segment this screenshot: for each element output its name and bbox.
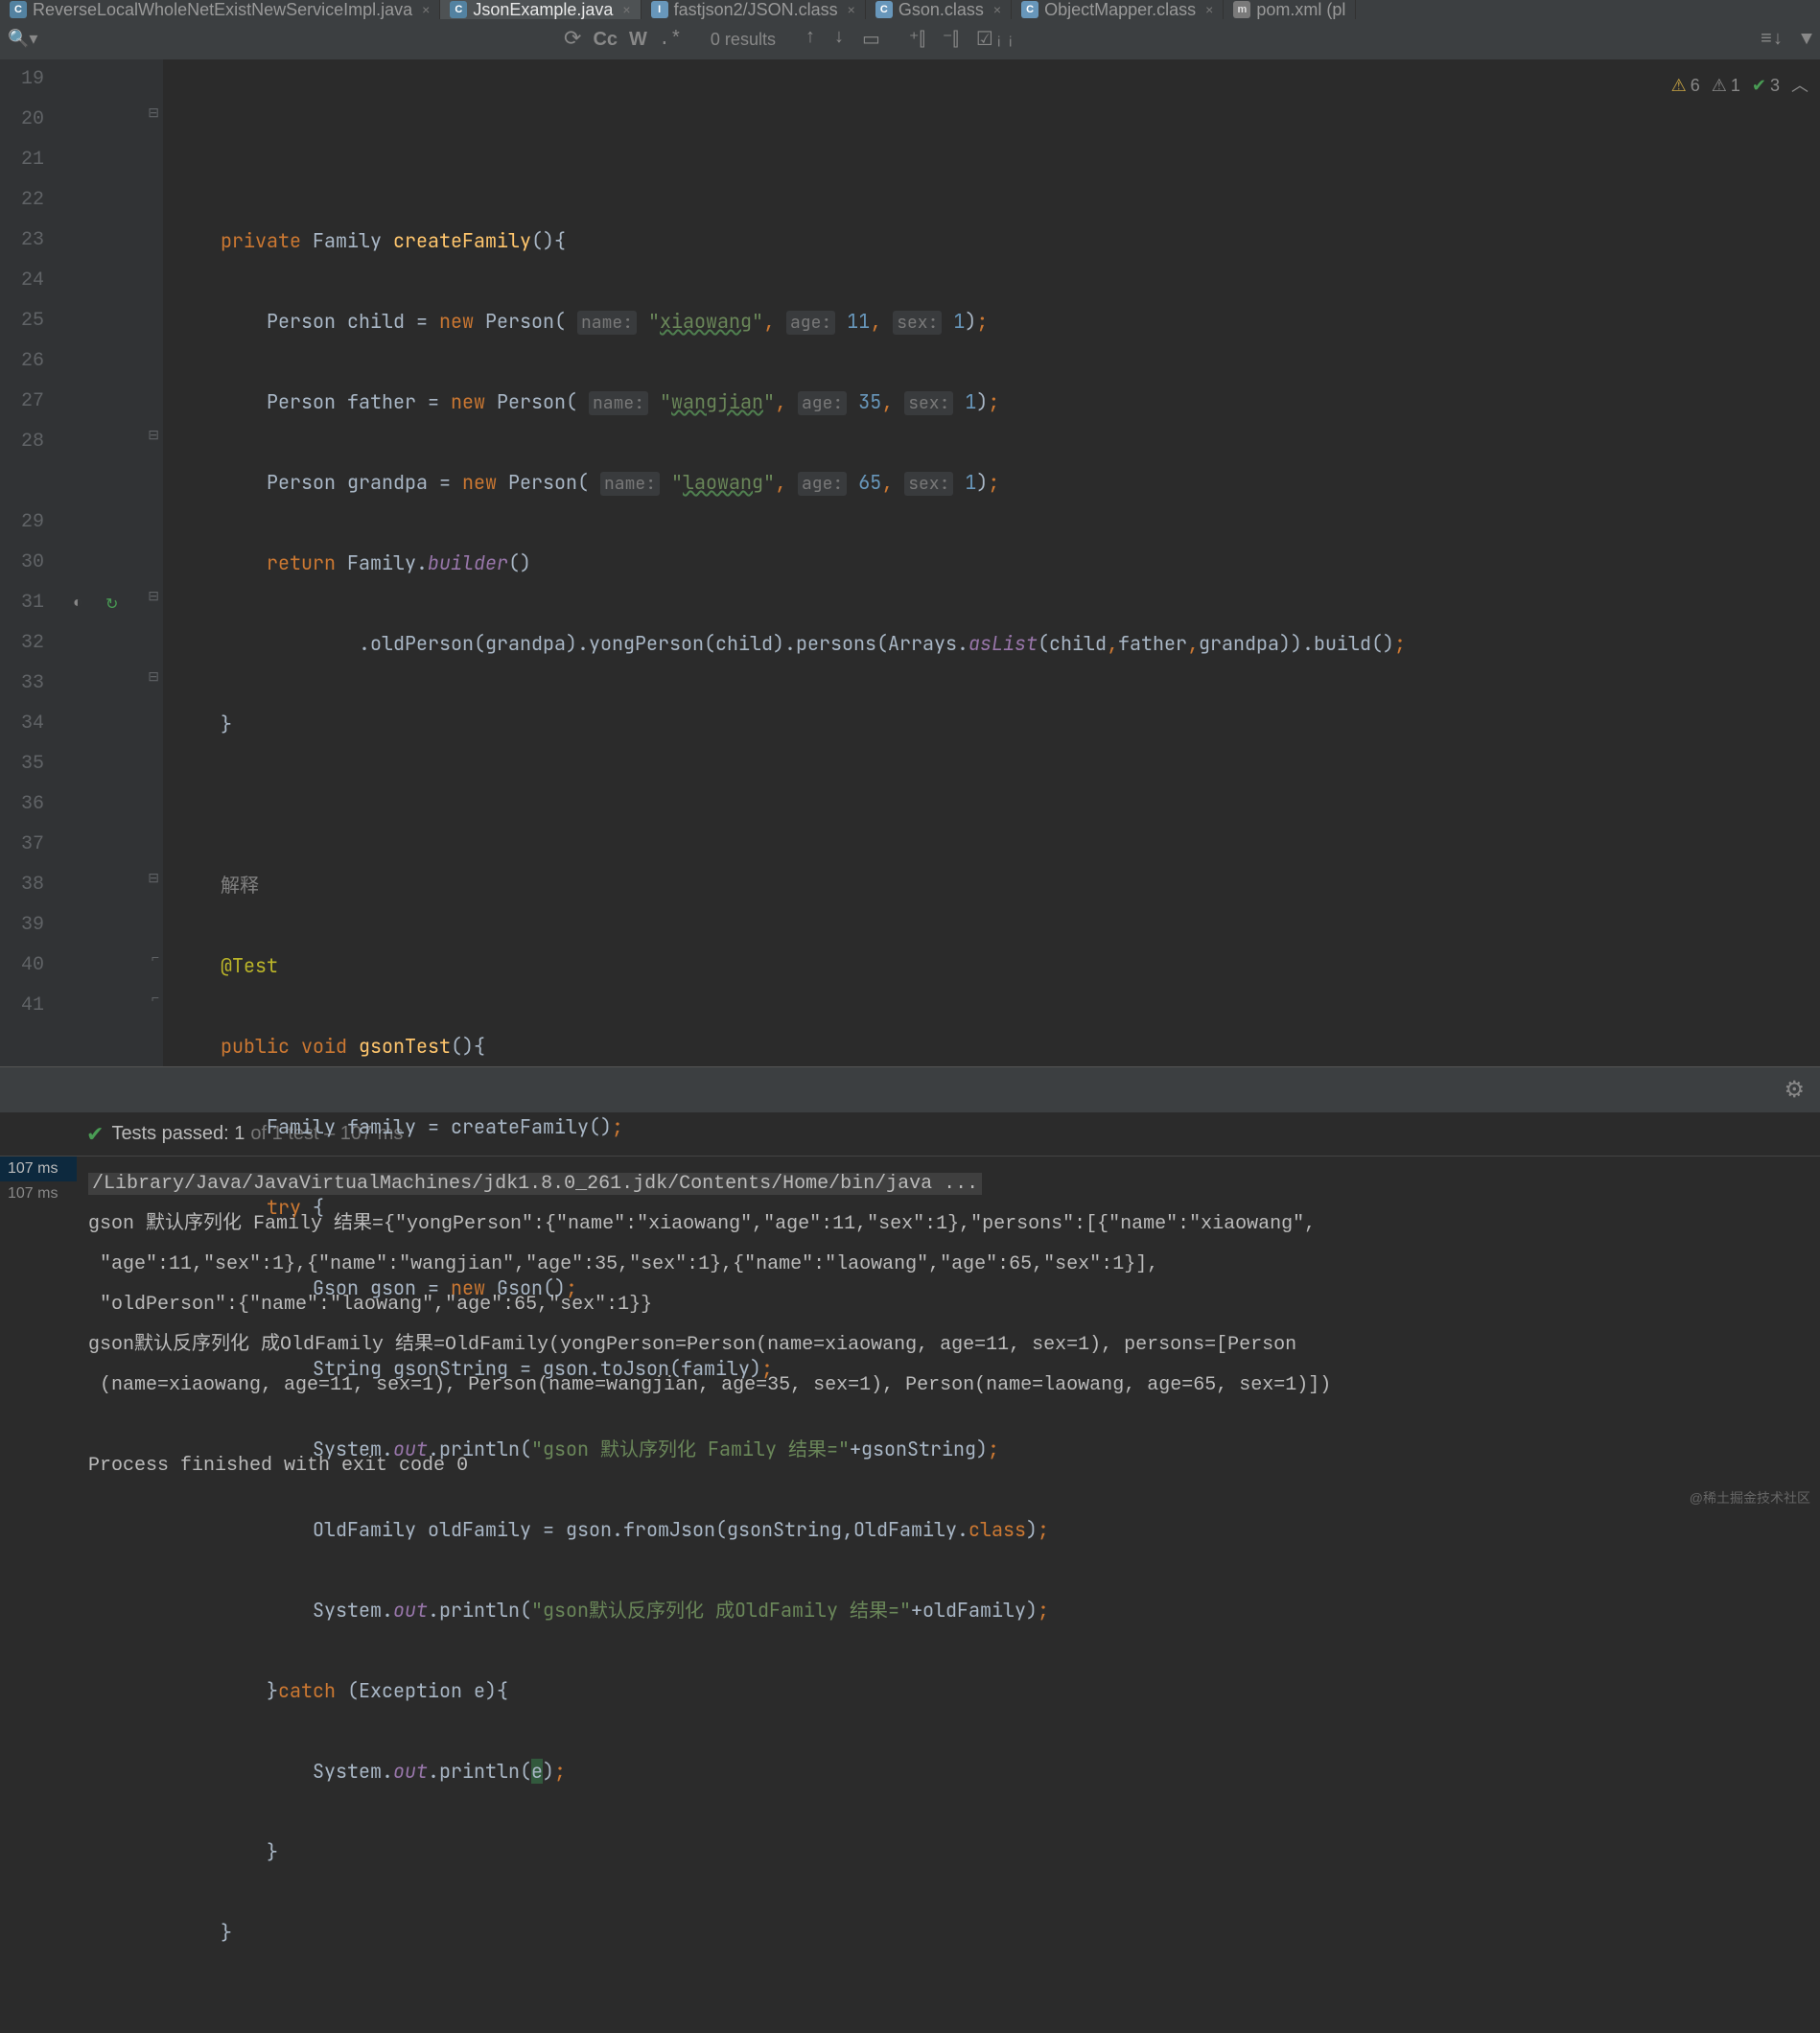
java-icon: C <box>450 1 467 18</box>
typo-icon: ✔ <box>1752 65 1766 105</box>
code-line: .oldPerson(grandpa).yongPerson(child).pe… <box>221 623 1820 664</box>
test-duration[interactable]: 107 ms <box>0 1181 77 1206</box>
code-line: System.out.println(e); <box>221 1751 1820 1791</box>
code-line: } <box>221 704 1820 744</box>
run-gutter-icon[interactable]: ◐ <box>73 595 82 612</box>
words-toggle[interactable]: W <box>629 29 647 51</box>
warning-count: 6 <box>1691 65 1700 105</box>
code-line: @Test <box>221 946 1820 986</box>
add-selection-icon[interactable]: ⁺⫿ <box>909 27 925 52</box>
tab-file-3[interactable]: C Gson.class × <box>866 0 1012 19</box>
code-line: System.out.println("gson 默认序列化 Family 结果… <box>221 1429 1820 1469</box>
code-line: private Family createFamily(){ <box>221 221 1820 261</box>
regex-toggle[interactable]: .* <box>659 29 682 51</box>
tab-label: Gson.class <box>898 0 984 19</box>
close-icon[interactable]: × <box>1205 2 1213 17</box>
select-all-icon[interactable]: ▭ <box>862 27 880 52</box>
refresh-icon[interactable]: ⟳ <box>564 27 581 52</box>
tab-label: ReverseLocalWholeNetExistNewServiceImpl.… <box>33 0 412 19</box>
code-content[interactable]: ⚠6 ⚠1 ✔3 ︿ private Family createFamily()… <box>163 59 1820 1066</box>
match-case-toggle[interactable]: Cc <box>593 29 618 51</box>
next-match-icon[interactable]: ↓ <box>833 27 845 52</box>
tab-label: ObjectMapper.class <box>1044 0 1196 19</box>
search-options: ⟳ Cc W .* <box>564 27 682 52</box>
search-nav: ↑ ↓ ▭ <box>805 27 880 52</box>
tab-file-0[interactable]: C ReverseLocalWholeNetExistNewServiceImp… <box>0 0 440 19</box>
close-icon[interactable]: × <box>422 2 430 17</box>
code-line: try { <box>221 1187 1820 1227</box>
code-line: } <box>221 1912 1820 1952</box>
code-line: String gsonString = gson.toJson(family); <box>221 1348 1820 1389</box>
check-icon: ✔ <box>86 1122 104 1147</box>
search-right-controls: ≡↓ ▼ <box>1761 29 1812 51</box>
test-pass-gutter-icon[interactable]: ↻ <box>105 595 118 614</box>
search-icon[interactable]: 🔍▾ <box>8 29 37 50</box>
close-icon[interactable]: × <box>848 2 855 17</box>
code-line: } <box>221 1832 1820 1872</box>
fold-minus-icon[interactable]: ⊟ <box>148 871 159 887</box>
tab-label: pom.xml (pl <box>1256 0 1345 19</box>
test-duration[interactable]: 107 ms <box>0 1157 77 1181</box>
warning-icon: ⚠ <box>1671 65 1687 105</box>
tab-file-4[interactable]: C ObjectMapper.class × <box>1012 0 1224 19</box>
code-line: Person father = new Person( name: "wangj… <box>221 382 1820 422</box>
fold-end-icon[interactable]: ⌐ <box>152 992 159 1007</box>
code-line: System.out.println("gson默认反序列化 成OldFamil… <box>221 1590 1820 1630</box>
code-line: public void gsonTest(){ <box>221 1026 1820 1066</box>
fold-minus-icon[interactable]: ⊟ <box>148 428 159 444</box>
chevron-up-icon[interactable]: ︿ <box>1791 65 1808 105</box>
class-icon: C <box>1021 1 1038 18</box>
class-icon: C <box>875 1 893 18</box>
code-line: Person grandpa = new Person( name: "laow… <box>221 462 1820 502</box>
code-line: 解释 <box>221 865 1820 905</box>
code-line: Person child = new Person( name: "xiaowa… <box>221 301 1820 341</box>
code-editor[interactable]: 19202122232425262728 2930313233343536373… <box>0 59 1820 1066</box>
code-line: return Family.builder() <box>221 543 1820 583</box>
fold-minus-icon[interactable]: ⊟ <box>148 105 159 122</box>
tab-file-5[interactable]: m pom.xml (pl <box>1224 0 1356 19</box>
code-line: Gson gson = new Gson(); <box>221 1268 1820 1308</box>
fold-minus-icon[interactable]: ⊟ <box>148 669 159 686</box>
weak-count: 1 <box>1731 65 1740 105</box>
line-number-gutter: 19202122232425262728 2930313233343536373… <box>0 59 67 1066</box>
tab-label: JsonExample.java <box>473 0 613 19</box>
watermark: @稀土掘金技术社区 <box>1690 1488 1810 1507</box>
test-tree[interactable]: 107 ms 107 ms <box>0 1157 77 1494</box>
search-actions: ⁺⫿ ⁻⫿ ☑ᵢᵢ <box>909 27 1016 52</box>
typo-count: 3 <box>1770 65 1780 105</box>
find-toolbar: 🔍▾ ⟳ Cc W .* 0 results ↑ ↓ ▭ ⁺⫿ ⁻⫿ ☑ᵢᵢ ≡… <box>0 19 1820 59</box>
filter-icon[interactable]: ▼ <box>1801 29 1812 51</box>
prev-match-icon[interactable]: ↑ <box>805 27 816 52</box>
code-line: }catch (Exception e){ <box>221 1671 1820 1711</box>
tab-label: fastjson2/JSON.class <box>674 0 838 19</box>
code-line: OldFamily oldFamily = gson.fromJson(gson… <box>221 1509 1820 1550</box>
code-line <box>221 140 1820 180</box>
class-icon: I <box>651 1 668 18</box>
gutter-icons: ⊟ ⊟ ◐ ↻ ⊟ ⊟ ⊟ ⌐ ⌐ <box>67 59 163 1066</box>
tab-file-1[interactable]: C JsonExample.java × <box>440 0 641 19</box>
settings-icon[interactable]: ≡↓ <box>1761 29 1784 51</box>
xml-icon: m <box>1233 1 1250 18</box>
fold-minus-icon[interactable]: ⊟ <box>148 589 159 605</box>
remove-selection-icon[interactable]: ⁻⫿ <box>943 27 959 52</box>
tab-file-2[interactable]: I fastjson2/JSON.class × <box>642 0 866 19</box>
inspection-badges[interactable]: ⚠6 ⚠1 ✔3 ︿ <box>1671 65 1808 105</box>
java-icon: C <box>10 1 27 18</box>
close-icon[interactable]: × <box>993 2 1001 17</box>
search-result-count: 0 results <box>711 30 776 50</box>
fold-end-icon[interactable]: ⌐ <box>152 951 159 967</box>
weak-warning-icon: ⚠ <box>1712 65 1727 105</box>
editor-tabs-bar: C ReverseLocalWholeNetExistNewServiceImp… <box>0 0 1820 19</box>
code-line <box>221 784 1820 825</box>
search-input[interactable] <box>45 30 564 50</box>
search-input-wrap: 🔍▾ <box>8 29 564 50</box>
select-occurrences-icon[interactable]: ☑ᵢᵢ <box>976 27 1016 52</box>
close-icon[interactable]: × <box>622 2 630 17</box>
code-line: Family family = createFamily(); <box>221 1107 1820 1147</box>
